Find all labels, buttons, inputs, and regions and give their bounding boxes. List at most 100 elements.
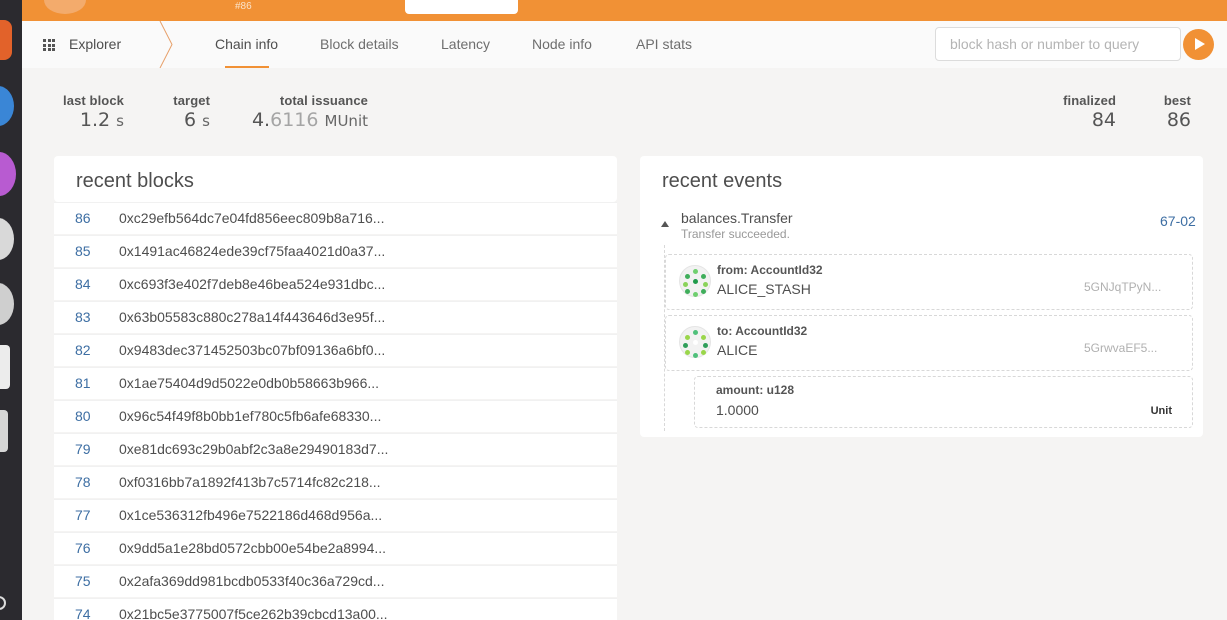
stat-label: target [173, 93, 210, 108]
block-number-link[interactable]: 81 [75, 375, 91, 391]
account-address[interactable]: 5GNJqTPyN... [1084, 280, 1161, 294]
block-hash: 0x21bc5e3775007f5ce262b39cbcd13a00... [119, 606, 388, 620]
stat-finalized: finalized 84 [1046, 93, 1116, 131]
dock-app-icon[interactable] [0, 345, 10, 389]
grid-menu-icon[interactable] [43, 39, 55, 51]
param-label: amount: u128 [716, 383, 795, 397]
block-number-link[interactable]: 84 [75, 276, 91, 292]
amount-unit: Unit [1150, 405, 1172, 417]
block-number-link[interactable]: 85 [75, 243, 91, 259]
table-row: 75 0x2afa369dd981bcdb0533f40c36a729cd... [54, 565, 617, 597]
event-param-to: to: AccountId32 ALICE 5GrwvaEF5... [665, 315, 1193, 371]
block-number-link[interactable]: 78 [75, 474, 91, 490]
block-number-link[interactable]: 79 [75, 441, 91, 457]
table-row: 78 0xf0316bb7a1892f413b7c5714fc82c218... [54, 466, 617, 498]
stat-unit: s [116, 112, 124, 130]
block-hash: 0x2afa369dd981bcdb0533f40c36a729cd... [119, 573, 385, 589]
section-explorer[interactable]: Explorer [69, 36, 121, 52]
block-hash: 0x9483dec371452503bc07bf09136a6bf0... [119, 342, 386, 358]
nav-bar: Explorer Chain info Block details Latenc… [22, 21, 1227, 68]
recent-events-title: recent events [662, 170, 783, 192]
block-hash: 0xc693f3e402f7deb8e46bea524e931dbc... [119, 276, 386, 292]
event-param-amount: amount: u128 1.0000 Unit [694, 376, 1193, 428]
table-row: 77 0x1ce536312fb496e7522186d468d956a... [54, 499, 617, 531]
event-name: balances.Transfer [681, 210, 793, 226]
account-identicon-icon[interactable] [679, 265, 711, 297]
recent-blocks-title: recent blocks [76, 170, 194, 192]
stat-label: finalized [1063, 93, 1116, 108]
ubuntu-dock [0, 0, 22, 620]
stat-label: best [1163, 93, 1191, 108]
breadcrumb-chevron-icon [159, 21, 173, 68]
stat-value: 6 [184, 109, 197, 131]
block-number-link[interactable]: 83 [75, 309, 91, 325]
param-label: to: AccountId32 [717, 324, 808, 338]
header-block-number: #86 [235, 1, 252, 12]
stat-unit: s [202, 112, 210, 130]
table-row: 84 0xc693f3e402f7deb8e46bea524e931dbc... [54, 268, 617, 300]
tab-node-info[interactable]: Node info [532, 36, 592, 52]
block-number-link[interactable]: 76 [75, 540, 91, 556]
table-row: 74 0x21bc5e3775007f5ce262b39cbcd13a00... [54, 598, 617, 620]
dock-app-icon[interactable] [0, 283, 14, 325]
table-row: 83 0x63b05583c880c278a14f443646d3e95f... [54, 301, 617, 333]
block-number-link[interactable]: 77 [75, 507, 91, 523]
table-row: 76 0x9dd5a1e28bd0572cbb00e54be2a8994... [54, 532, 617, 564]
block-hash: 0x63b05583c880c278a14f443646d3e95f... [119, 309, 386, 325]
event-param-from: from: AccountId32 ALICE_STASH 5GNJqTPyN.… [665, 254, 1193, 310]
dock-app-icon[interactable] [0, 596, 6, 610]
search-go-button[interactable] [1183, 29, 1214, 60]
dock-app-icon[interactable] [0, 20, 12, 60]
block-hash: 0x1ae75404d9d5022e0db0b58663b966... [119, 375, 380, 391]
event-id-link[interactable]: 67-02 [1160, 213, 1196, 229]
stat-value: 1.2 [79, 109, 111, 131]
table-row: 86 0xc29efb564dc7e04fd856eec809b8a716... [54, 202, 617, 234]
block-hash: 0xe81dc693c29b0abf2c3a8e29490183d7... [119, 441, 389, 457]
dock-app-icon[interactable] [0, 410, 8, 452]
block-hash: 0xc29efb564dc7e04fd856eec809b8a716... [119, 210, 385, 226]
block-number-link[interactable]: 86 [75, 210, 91, 226]
block-hash: 0x96c54f49f8b0bb1ef780c5fb6afe68330... [119, 408, 382, 424]
table-row: 82 0x9483dec371452503bc07bf09136a6bf0... [54, 334, 617, 366]
header-account-selector[interactable] [405, 0, 518, 14]
collapse-caret-icon[interactable] [661, 221, 669, 227]
block-number-link[interactable]: 74 [75, 606, 91, 620]
account-identicon-icon[interactable] [679, 326, 711, 358]
tab-latency[interactable]: Latency [441, 36, 490, 52]
top-header: #86 [22, 0, 1227, 21]
stat-last-block: last block 1.2 s [54, 93, 124, 131]
account-name[interactable]: ALICE_STASH [717, 281, 811, 297]
amount-value: 1.0000 [716, 402, 759, 418]
block-number-link[interactable]: 82 [75, 342, 91, 358]
stat-total-issuance: total issuance 4.6116 MUnit [240, 93, 368, 131]
block-search-input[interactable] [935, 27, 1181, 61]
dock-app-icon[interactable] [0, 86, 14, 126]
block-number-link[interactable]: 80 [75, 408, 91, 424]
block-hash: 0x1491ac46824ede39cf75faa4021d0a37... [119, 243, 386, 259]
event-header[interactable]: balances.Transfer Transfer succeeded. [681, 210, 793, 241]
block-hash: 0x1ce536312fb496e7522186d468d956a... [119, 507, 383, 523]
block-number-link[interactable]: 75 [75, 573, 91, 589]
account-address[interactable]: 5GrwvaEF5... [1084, 341, 1157, 355]
event-description: Transfer succeeded. [681, 227, 790, 241]
chain-logo[interactable] [44, 0, 86, 14]
table-row: 79 0xe81dc693c29b0abf2c3a8e29490183d7... [54, 433, 617, 465]
stat-value: 84 [1091, 109, 1116, 131]
stat-label: last block [63, 93, 124, 108]
dock-app-icon[interactable] [0, 152, 16, 196]
tab-block-details[interactable]: Block details [320, 36, 399, 52]
tab-api-stats[interactable]: API stats [636, 36, 692, 52]
table-row: 81 0x1ae75404d9d5022e0db0b58663b966... [54, 367, 617, 399]
stat-value: 4. [251, 109, 271, 131]
active-tab-indicator [225, 66, 269, 68]
dock-app-icon[interactable] [0, 218, 14, 260]
tab-chain-info[interactable]: Chain info [215, 36, 278, 52]
stat-target: target 6 s [150, 93, 210, 131]
recent-blocks-panel: recent blocks [54, 156, 617, 202]
account-name[interactable]: ALICE [717, 342, 757, 358]
table-row: 85 0x1491ac46824ede39cf75faa4021d0a37... [54, 235, 617, 267]
block-hash: 0x9dd5a1e28bd0572cbb00e54be2a8994... [119, 540, 387, 556]
stat-best: best 86 [1140, 93, 1191, 131]
table-row: 80 0x96c54f49f8b0bb1ef780c5fb6afe68330... [54, 400, 617, 432]
stat-value: 86 [1166, 109, 1191, 131]
